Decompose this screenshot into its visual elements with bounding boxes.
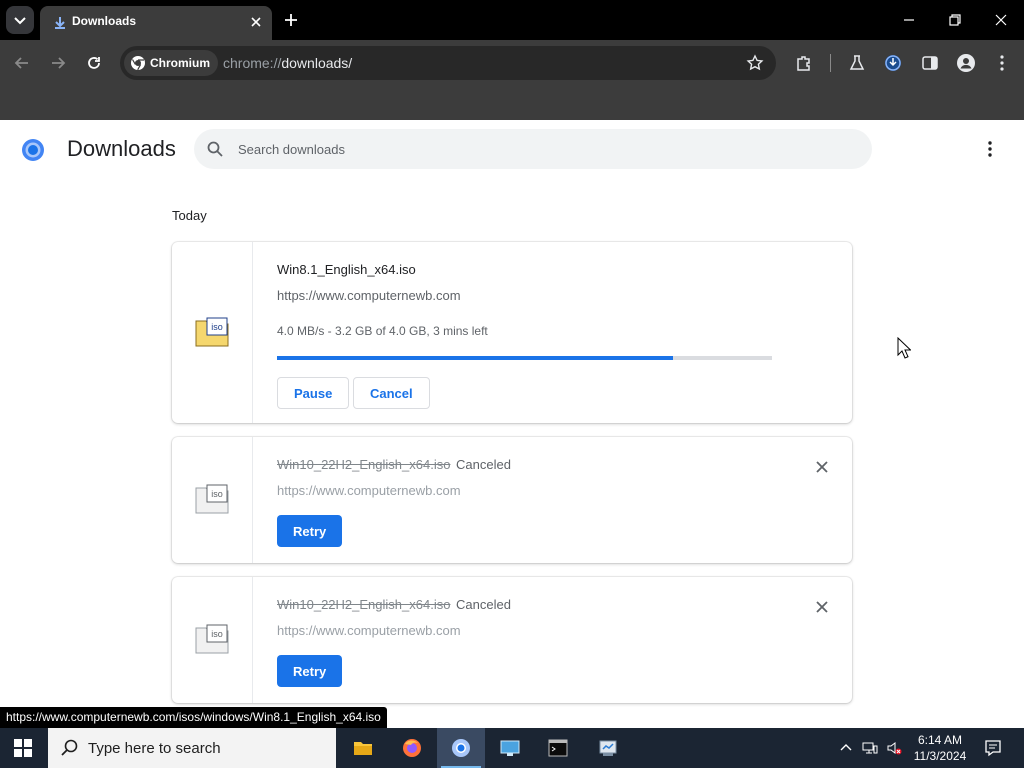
taskbar-control-panel[interactable] [584, 728, 632, 768]
cancel-button[interactable]: Cancel [353, 377, 430, 409]
windows-start-icon[interactable] [14, 739, 32, 757]
download-status: Canceled [456, 457, 511, 472]
firefox-icon [403, 739, 421, 757]
remote-desktop-icon [500, 740, 520, 756]
progress-bar [277, 356, 772, 360]
search-icon [61, 739, 78, 756]
more-actions-icon[interactable] [981, 140, 999, 158]
site-chip[interactable]: Chromium [124, 50, 218, 76]
taskbar-search-placeholder: Type here to search [88, 740, 221, 757]
labs-flask-icon[interactable] [848, 54, 866, 72]
url-path: downloads/ [281, 55, 353, 71]
show-hidden-icons-chevron-icon[interactable] [838, 740, 854, 756]
search-box[interactable] [194, 129, 872, 169]
control-panel-icon [599, 740, 617, 756]
file-name: Win10_22H2_English_x64.iso [277, 597, 451, 612]
mouse-cursor-icon [897, 337, 911, 359]
close-window-icon[interactable] [993, 12, 1009, 28]
svg-text:iso: iso [211, 489, 223, 499]
volume-muted-icon[interactable] [886, 740, 902, 756]
browser-menu-icon[interactable] [993, 54, 1011, 72]
remove-from-list-icon[interactable] [814, 459, 830, 475]
clock-date: 11/3/2024 [913, 749, 967, 763]
site-chip-label: Chromium [150, 56, 210, 70]
search-input[interactable] [238, 129, 838, 169]
svg-text:iso: iso [211, 322, 223, 332]
taskbar-search-box[interactable]: Type here to search [48, 728, 336, 768]
taskbar-remote-desktop[interactable] [486, 728, 534, 768]
iso-file-icon: iso [195, 484, 229, 514]
reload-icon[interactable] [85, 54, 103, 72]
pause-button[interactable]: Pause [277, 377, 350, 409]
taskbar-chromium[interactable] [437, 728, 485, 768]
progress-bar-fill [277, 356, 673, 360]
restore-icon[interactable] [947, 12, 963, 28]
command-prompt-icon [548, 739, 568, 757]
chromium-icon [131, 56, 145, 71]
tab-downloads[interactable]: Downloads [40, 6, 272, 40]
download-status: Canceled [456, 597, 511, 612]
download-item: iso Win10_22H2_English_x64.iso Canceled … [172, 577, 852, 703]
bookmark-star-icon[interactable] [746, 54, 764, 72]
page-title: Downloads [67, 136, 176, 161]
notifications-icon[interactable] [984, 739, 1002, 757]
omnibox[interactable]: Chromium chrome://downloads/ [120, 46, 776, 80]
side-panel-icon[interactable] [921, 54, 939, 72]
search-icon [207, 141, 223, 157]
new-tab-icon[interactable] [282, 11, 300, 29]
file-icon-column: iso [172, 437, 253, 563]
file-name-link[interactable]: Win8.1_English_x64.iso [277, 262, 416, 277]
url-text[interactable]: chrome://downloads/ [223, 55, 352, 71]
downloads-progress-icon[interactable] [884, 54, 902, 72]
file-name: Win10_22H2_English_x64.iso [277, 457, 451, 472]
close-tab-icon[interactable] [248, 14, 264, 30]
back-icon[interactable] [13, 54, 31, 72]
extensions-icon[interactable] [795, 54, 813, 72]
taskbar-command-prompt[interactable] [534, 728, 582, 768]
download-icon [55, 17, 65, 29]
iso-file-icon: iso [195, 317, 229, 347]
retry-button[interactable]: Retry [277, 655, 343, 687]
system-clock[interactable]: 6:14 AM 11/3/2024 [912, 732, 968, 764]
link-status-bubble: https://www.computernewb.com/isos/window… [0, 707, 387, 728]
forward-icon[interactable] [49, 54, 67, 72]
clock-time: 6:14 AM [917, 733, 963, 747]
file-icon-column: iso [172, 242, 253, 423]
remove-from-list-icon[interactable] [814, 599, 830, 615]
tab-search-button[interactable] [6, 6, 34, 34]
chevron-down-icon [14, 17, 26, 25]
windows-taskbar: Type here to search 6:14 AM 11/3/2024 [0, 728, 1024, 768]
network-icon[interactable] [862, 740, 878, 756]
file-icon-column: iso [172, 577, 253, 703]
date-section-header: Today [172, 208, 207, 223]
taskbar-firefox[interactable] [388, 728, 436, 768]
download-progress-text: 4.0 MB/s - 3.2 GB of 4.0 GB, 3 mins left [277, 324, 488, 338]
file-explorer-icon [354, 742, 372, 755]
browser-toolbar: Chromium chrome://downloads/ [0, 40, 1024, 120]
tab-strip: Downloads [0, 0, 1024, 40]
retry-button[interactable]: Retry [277, 515, 343, 547]
source-url-link[interactable]: https://www.computernewb.com [277, 288, 461, 303]
tab-title: Downloads [72, 14, 137, 28]
chromium-logo-icon [22, 139, 44, 161]
download-item: iso Win10_22H2_English_x64.iso Canceled … [172, 437, 852, 563]
profile-avatar-icon[interactable] [957, 54, 975, 72]
minimize-icon[interactable] [901, 12, 917, 28]
iso-file-icon: iso [195, 624, 229, 654]
taskbar-file-explorer[interactable] [339, 728, 387, 768]
url-scheme: chrome:// [223, 55, 282, 71]
source-url-link[interactable]: https://www.computernewb.com [277, 483, 461, 498]
source-url-link[interactable]: https://www.computernewb.com [277, 623, 461, 638]
chromium-icon [452, 739, 470, 757]
toolbar-separator [830, 54, 831, 72]
svg-text:iso: iso [211, 629, 223, 639]
download-item: iso Win8.1_English_x64.iso https://www.c… [172, 242, 852, 423]
